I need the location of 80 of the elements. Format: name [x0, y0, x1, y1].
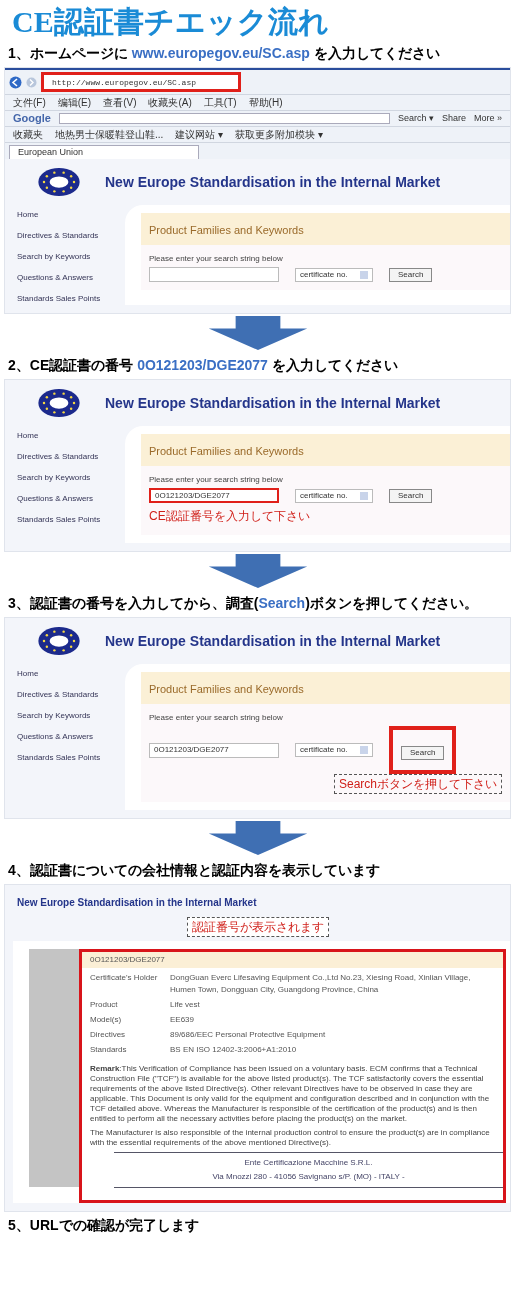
nav-link[interactable]: Home: [17, 209, 117, 221]
site-title: New Europe Standardisation in the Internal Market: [105, 172, 441, 192]
nav-link[interactable]: Questions & Answers: [17, 493, 117, 505]
address-bar[interactable]: http://www.europegov.eu/SC.asp: [41, 72, 241, 92]
nav-link[interactable]: Directives & Standards: [17, 689, 117, 701]
remark-text: The Manufacturer is also responsible of the internal production control to ensure the product(s) are in compliance with the essential requirements of the above mentioned Directive(s).: [89, 1128, 491, 1148]
forward-icon[interactable]: [26, 76, 37, 88]
field-value: Life vest: [170, 999, 200, 1011]
type-select[interactable]: certificate no.: [295, 488, 373, 503]
certificate-number: 0O121203/DGE2077: [82, 952, 503, 968]
hint-note: 認証番号が表示されます: [186, 917, 329, 937]
field-label: Standards: [90, 1044, 128, 1056]
favorites-item[interactable]: 建议网站 ▾: [175, 128, 224, 141]
favorites-item[interactable]: 收藏夹: [13, 128, 43, 141]
issuer-name: Ente Certificazione Macchine S.R.L.: [244, 1157, 373, 1169]
field-label: Certificate's Holder: [90, 972, 159, 984]
nav-link[interactable]: Search by Keywords: [17, 251, 117, 263]
prompt-text: Please enter your search string below: [149, 474, 284, 486]
menu-item[interactable]: 查看(V): [103, 96, 137, 109]
field-value: 89/686/EEC Personal Protective Equipment: [170, 1029, 326, 1041]
field-label: Product: [90, 999, 119, 1011]
panel-title: Product Families and Keywords: [149, 445, 304, 457]
page-title: CE認証書チエック流れ: [12, 4, 330, 40]
menu-item[interactable]: 文件(F): [13, 96, 46, 109]
field-label: Directives: [90, 1029, 127, 1041]
search-button[interactable]: Search: [401, 746, 445, 760]
toolbar-brand: Google: [13, 112, 51, 125]
panel-title: Product Families and Keywords: [149, 224, 304, 236]
toolbar-button[interactable]: Share: [441, 112, 466, 125]
site-title: New Europe Standardisation in the Internal Market: [17, 897, 257, 908]
search-button[interactable]: Search: [389, 267, 433, 282]
search-field[interactable]: 0O121203/DGE2077: [149, 488, 279, 503]
remark-text: Remark:This Verification of Compliance has been issued on a voluntary basis. ECM confirms that a Technical Construction File ("TCF") is available for the above listed product(s). The TCF satisfactorily covers the essential requirements of the above listed Directive(s). Other relevant Directives have to be observed in case they are applicable. This Document is only valid for the equipment and configuration described and in conjunction with the TCF detailed above. Whereas the Manufacturer is responsible of the certification of the product(s) and is then entitled to perform all the necessary activities before placing the product(s) on the market.: [89, 1064, 491, 1124]
nav-link[interactable]: Questions & Answers: [17, 731, 117, 743]
step-heading: 5、URLでの確認が完了します: [7, 1216, 200, 1235]
menu-item[interactable]: 编辑(E): [57, 96, 92, 109]
nav-link[interactable]: Questions & Answers: [17, 272, 117, 284]
nav-link[interactable]: Standards Sales Points: [17, 293, 117, 305]
field-label: Model(s): [90, 1014, 123, 1026]
browser-tab[interactable]: European Union: [9, 145, 199, 159]
nav-link[interactable]: Home: [17, 668, 117, 680]
step-heading: 2、CE認証書の番号 0O121203/DGE2077 を入力してください: [7, 356, 399, 375]
hint-note: Searchボタンを押して下さい: [333, 774, 502, 794]
field-value: DongGuan Everc Lifesaving Equipment Co.,Ltd No.23, Xiesing Road, Xinlian Village, Humen Town, Dongguan City, Guangdong Province, China: [170, 972, 472, 996]
nav-link[interactable]: Directives & Standards: [17, 230, 117, 242]
star-ring-logo-icon: [37, 388, 81, 418]
nav-link[interactable]: Home: [17, 430, 117, 442]
favorites-item[interactable]: 地热男士保暖鞋登山鞋...: [55, 128, 164, 141]
step-heading: 3、認証書の番号を入力してから、調査(Search)ボタンを押してください。: [7, 594, 479, 613]
site-title: New Europe Standardisation in the Internal Market: [105, 631, 441, 651]
type-select[interactable]: certificate no.: [295, 743, 373, 757]
toolbar-search-field[interactable]: [58, 113, 390, 124]
field-value: BS EN ISO 12402-3:2006+A1:2010: [170, 1044, 297, 1056]
issuer-address: Via Mnozzi 280 - 41056 Savignano s/P. (MO) - ITALY -: [212, 1171, 405, 1183]
favorites-item[interactable]: 获取更多附加模块 ▾: [235, 128, 323, 141]
search-field[interactable]: [149, 267, 279, 282]
menu-item[interactable]: 收藏夹(A): [148, 96, 192, 109]
menu-item[interactable]: 帮助(H): [248, 96, 283, 109]
step-heading: 1、ホームページに www.europegov.eu/SC.asp を入力してください: [7, 44, 441, 63]
menu-item[interactable]: 工具(T): [203, 96, 237, 109]
search-button[interactable]: Search: [389, 488, 433, 503]
nav-link[interactable]: Search by Keywords: [17, 472, 117, 484]
prompt-text: Please enter your search string below: [149, 712, 284, 724]
back-icon[interactable]: [9, 75, 22, 89]
toolbar-button[interactable]: More »: [474, 112, 502, 125]
nav-link[interactable]: Standards Sales Points: [17, 752, 117, 764]
step-heading: 4、認証書についての会社情報と認証内容を表示しています: [7, 861, 381, 880]
type-select[interactable]: certificate no.: [295, 267, 373, 282]
nav-link[interactable]: Directives & Standards: [17, 451, 117, 463]
nav-link[interactable]: Search by Keywords: [17, 710, 117, 722]
star-ring-logo-icon: [37, 626, 81, 656]
prompt-text: Please enter your search string below: [149, 253, 284, 265]
site-title: New Europe Standardisation in the Internal Market: [105, 393, 441, 413]
toolbar-button[interactable]: Search ▾: [397, 112, 434, 125]
search-field[interactable]: 0O121203/DGE2077: [149, 742, 279, 758]
nav-link[interactable]: Standards Sales Points: [17, 514, 117, 526]
panel-title: Product Families and Keywords: [149, 683, 304, 695]
star-ring-logo-icon: [37, 167, 81, 197]
hint-note: CE認証番号を入力して下さい: [149, 509, 310, 523]
field-value: EE639: [170, 1014, 195, 1026]
